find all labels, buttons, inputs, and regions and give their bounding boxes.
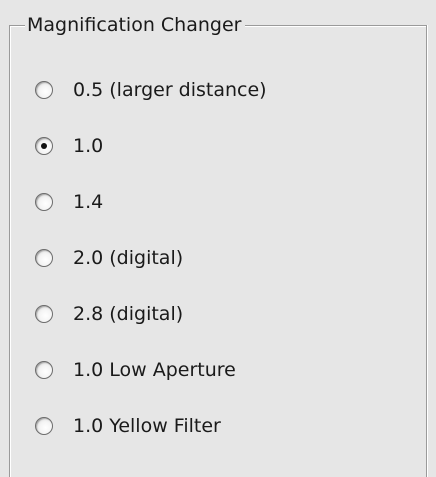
radio-button-icon[interactable] (35, 193, 53, 211)
option-1-0[interactable]: 1.0 (35, 132, 103, 160)
option-label[interactable]: 0.5 (larger distance) (73, 78, 267, 102)
option-label[interactable]: 2.0 (digital) (73, 246, 183, 270)
radio-dot-icon (41, 143, 47, 149)
option-label[interactable]: 1.4 (73, 190, 103, 214)
radio-button-icon[interactable] (35, 81, 53, 99)
option-1-4[interactable]: 1.4 (35, 188, 103, 216)
option-2-8-digital[interactable]: 2.8 (digital) (35, 300, 183, 328)
radio-button-icon[interactable] (35, 137, 53, 155)
option-1-0-low-aperture[interactable]: 1.0 Low Aperture (35, 356, 236, 384)
radio-button-icon[interactable] (35, 361, 53, 379)
option-2-0-digital[interactable]: 2.0 (digital) (35, 244, 183, 272)
radio-button-icon[interactable] (35, 305, 53, 323)
option-label[interactable]: 1.0 (73, 134, 103, 158)
option-label[interactable]: 1.0 Yellow Filter (73, 414, 221, 438)
radio-button-icon[interactable] (35, 417, 53, 435)
option-label[interactable]: 1.0 Low Aperture (73, 358, 236, 382)
option-1-0-yellow-filter[interactable]: 1.0 Yellow Filter (35, 412, 221, 440)
radio-button-icon[interactable] (35, 249, 53, 267)
option-label[interactable]: 2.8 (digital) (73, 302, 183, 326)
magnification-options: 0.5 (larger distance) 1.0 1.4 2.0 (digit… (35, 0, 415, 477)
option-0-5-larger-distance[interactable]: 0.5 (larger distance) (35, 76, 267, 104)
